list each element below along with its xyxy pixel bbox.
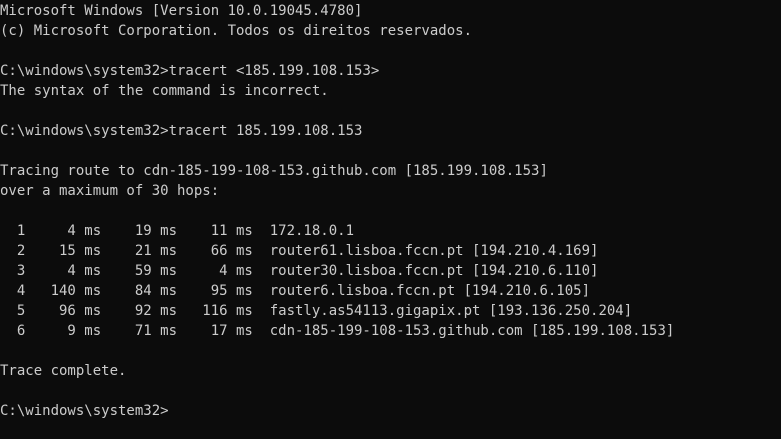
hop-row: 5 96 ms 92 ms 116 ms fastly.as54113.giga… [0, 303, 633, 319]
input-line[interactable]: C:\windows\system32> [0, 401, 781, 421]
command-text: tracert 185.199.108.153 [168, 123, 363, 139]
prompt: C:\windows\system32> [0, 63, 169, 79]
hop-row: 6 9 ms 71 ms 17 ms cdn-185-199-108-153.g… [0, 323, 675, 339]
command-text: tracert <185.199.108.153> [168, 63, 380, 79]
max-hops-line: over a maximum of 30 hops: [0, 183, 220, 199]
copyright-line: (c) Microsoft Corporation. Todos os dire… [0, 23, 473, 39]
hop-row: 3 4 ms 59 ms 4 ms router30.lisboa.fccn.p… [0, 263, 599, 279]
terminal-window[interactable]: Microsoft Windows [Version 10.0.19045.47… [0, 0, 781, 439]
command-line-1: C:\windows\system32>tracert <185.199.108… [0, 61, 781, 81]
version-line: Microsoft Windows [Version 10.0.19045.47… [0, 3, 363, 19]
tracing-line: Tracing route to cdn-185-199-108-153.git… [0, 163, 548, 179]
error-output: The syntax of the command is incorrect. [0, 83, 329, 99]
hop-row: 1 4 ms 19 ms 11 ms 172.18.0.1 [0, 223, 355, 239]
command-line-2: C:\windows\system32>tracert 185.199.108.… [0, 121, 781, 141]
hop-row: 2 15 ms 21 ms 66 ms router61.lisboa.fccn… [0, 243, 599, 259]
trace-complete-line: Trace complete. [0, 363, 127, 379]
prompt: C:\windows\system32> [0, 403, 169, 419]
prompt: C:\windows\system32> [0, 123, 169, 139]
hop-row: 4 140 ms 84 ms 95 ms router6.lisboa.fccn… [0, 283, 591, 299]
